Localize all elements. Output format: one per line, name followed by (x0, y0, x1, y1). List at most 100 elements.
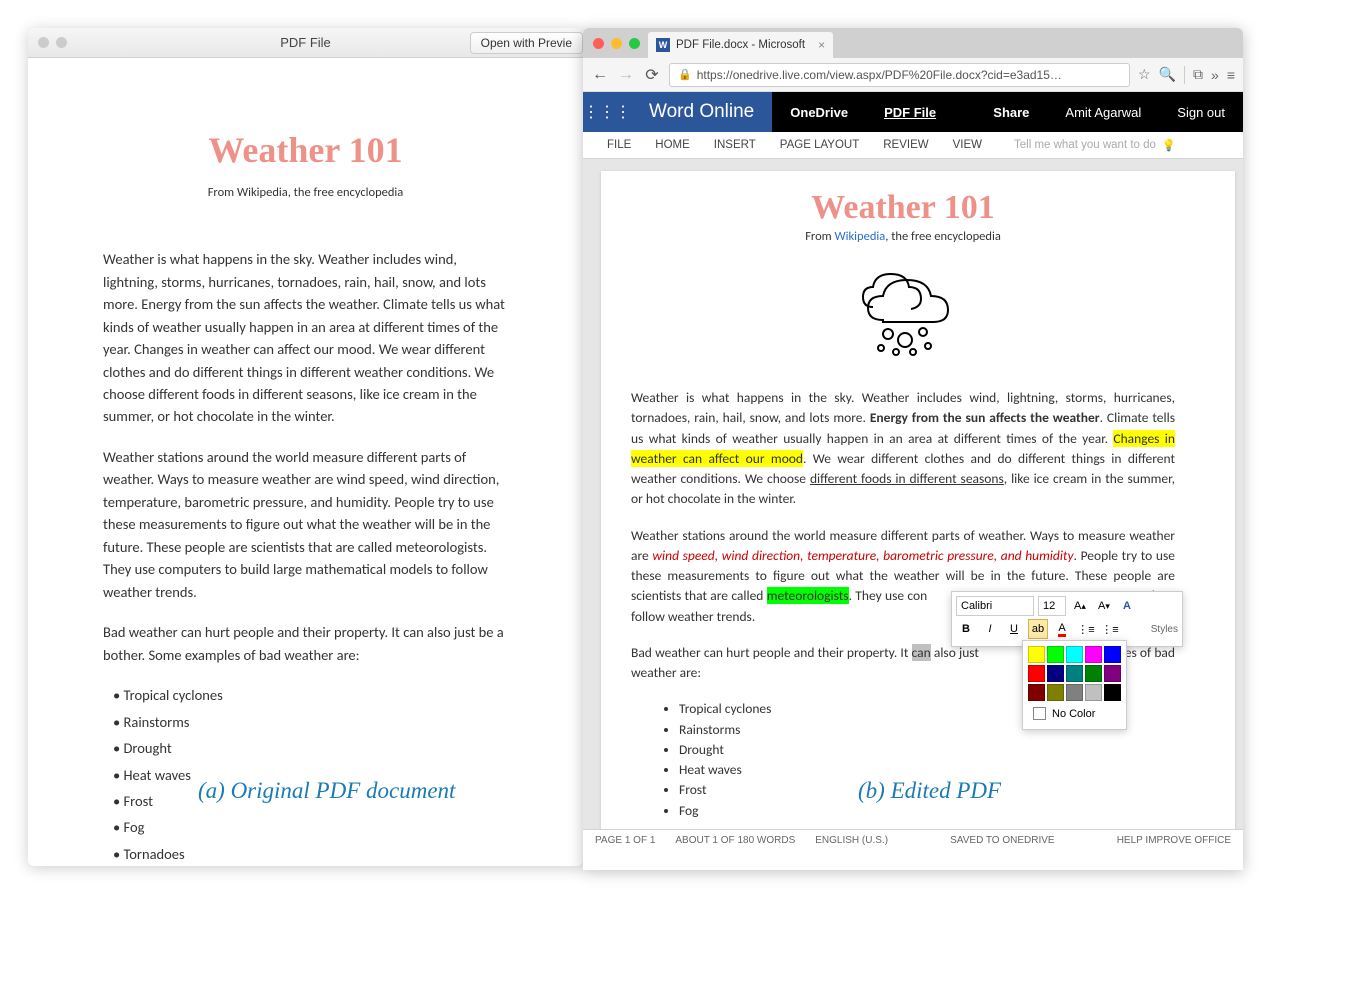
search-icon[interactable]: 🔍 (1159, 66, 1176, 83)
list-item: Drought (679, 740, 1175, 760)
address-bar[interactable]: 🔒 https://onedrive.live.com/view.aspx/PD… (669, 63, 1130, 87)
color-swatch[interactable] (1085, 684, 1102, 701)
chrome-window: W PDF File.docx - Microsoft × ← → ⟳ 🔒 ht… (583, 28, 1243, 870)
pdf-paragraph-2: Weather stations around the world measur… (103, 446, 508, 603)
ribbon-tab-view[interactable]: VIEW (941, 132, 994, 159)
mac-close-button[interactable] (593, 38, 604, 49)
pdf-paragraph-3: Bad weather can hurt people and their pr… (103, 621, 508, 666)
no-color-swatch (1033, 707, 1046, 720)
app-launcher-icon[interactable]: ⋮⋮⋮ (583, 92, 631, 132)
mac-preview-window: PDF File Open with Previe Weather 101 Fr… (28, 28, 583, 866)
wikipedia-link[interactable]: Wikipedia (835, 229, 886, 244)
ribbon-tab-insert[interactable]: INSERT (702, 132, 768, 159)
color-swatch[interactable] (1066, 684, 1083, 701)
url-text: https://onedrive.live.com/view.aspx/PDF%… (697, 68, 1062, 82)
color-swatch[interactable] (1085, 646, 1102, 663)
italic-button[interactable]: I (980, 619, 1000, 639)
mac-close-button[interactable] (38, 37, 49, 48)
tab-close-icon[interactable]: × (818, 38, 825, 52)
word-online-header: ⋮⋮⋮ Word Online OneDrive PDF File Share … (583, 92, 1243, 132)
color-swatch[interactable] (1085, 665, 1102, 682)
chrome-tabstrip: W PDF File.docx - Microsoft × (583, 28, 1243, 58)
doc-paragraph-1: Weather is what happens in the sky. Weat… (631, 388, 1175, 510)
color-swatch[interactable] (1104, 665, 1121, 682)
list-item: Drought (113, 737, 508, 759)
no-color-option[interactable]: No Color (1027, 702, 1122, 725)
doc-subtitle: From Wikipedia, the free encyclopedia (631, 229, 1175, 244)
reload-button[interactable]: ⟳ (643, 66, 661, 84)
ribbon-tab-pagelayout[interactable]: PAGE LAYOUT (768, 132, 871, 159)
highlight-color-picker[interactable]: No Color (1022, 640, 1127, 730)
annotation-a: (a) Original PDF document (198, 778, 455, 804)
highlighted-text-green: meteorologists (767, 587, 849, 604)
ribbon-tab-file[interactable]: FILE (595, 132, 643, 159)
word-brand: Word Online (631, 92, 772, 132)
tell-me-input[interactable]: Tell me what you want to do 💡 (1014, 138, 1243, 152)
sign-out-link[interactable]: Sign out (1159, 92, 1243, 132)
word-status-bar: PAGE 1 OF 1 ABOUT 1 OF 180 WORDS ENGLISH… (583, 829, 1243, 851)
separator (1184, 66, 1185, 84)
color-swatch[interactable] (1028, 646, 1045, 663)
numbering-button[interactable]: ⋮≡ (1100, 619, 1120, 639)
shrink-font-button[interactable]: A▾ (1094, 596, 1114, 616)
ribbon-tab-review[interactable]: REVIEW (871, 132, 940, 159)
font-color-button[interactable]: A (1052, 619, 1072, 639)
pdf-document-content: Weather 101 From Wikipedia, the free enc… (28, 58, 583, 866)
user-name[interactable]: Amit Agarwal (1047, 92, 1159, 132)
underline-button[interactable]: U (1004, 619, 1024, 639)
open-with-preview-button[interactable]: Open with Previe (470, 32, 583, 54)
mac-window-title: PDF File (280, 35, 331, 50)
color-swatch[interactable] (1104, 684, 1121, 701)
forward-button[interactable]: → (617, 66, 635, 84)
bold-button[interactable]: B (956, 619, 976, 639)
mini-format-toolbar[interactable]: A▴ A▾ A B I U ab A ⋮≡ ⋮≡ Styles (951, 591, 1183, 647)
menu-icon[interactable]: ≡ (1227, 67, 1235, 83)
ribbon-tab-home[interactable]: HOME (643, 132, 702, 159)
mac-minimize-button[interactable] (56, 37, 67, 48)
color-swatch[interactable] (1066, 665, 1083, 682)
pdf-subtitle: From Wikipedia, the free encyclopedia (103, 183, 508, 202)
more-icon[interactable]: » (1211, 67, 1219, 83)
word-page[interactable]: Weather 101 From Wikipedia, the free enc… (601, 171, 1235, 829)
color-swatch[interactable] (1066, 646, 1083, 663)
highlight-button[interactable]: ab (1028, 619, 1048, 639)
color-swatch[interactable] (1047, 684, 1064, 701)
lightbulb-icon: 💡 (1162, 138, 1176, 152)
back-button[interactable]: ← (591, 66, 609, 84)
styles-button[interactable]: A (1118, 596, 1136, 616)
status-language[interactable]: ENGLISH (U.S.) (815, 835, 888, 846)
list-item: Rainstorms (113, 711, 508, 733)
font-family-input[interactable] (956, 596, 1034, 616)
grow-font-button[interactable]: A▴ (1070, 596, 1090, 616)
color-swatch[interactable] (1028, 684, 1045, 701)
tab-title: PDF File.docx - Microsoft (676, 39, 805, 51)
browser-tab[interactable]: W PDF File.docx - Microsoft × (648, 32, 833, 58)
word-favicon-icon: W (656, 38, 670, 52)
mac-minimize-button[interactable] (611, 38, 622, 49)
pdf-title: Weather 101 (103, 123, 508, 179)
list-item: Tropical cyclones (113, 684, 508, 706)
selected-text: can (912, 644, 931, 661)
pdf-list: Tropical cyclones Rainstorms Drought Hea… (103, 684, 508, 865)
extension-icon[interactable]: ⧉ (1193, 66, 1203, 83)
red-italic-text: wind speed, wind direction, temperature,… (652, 547, 1073, 564)
annotation-b: (b) Edited PDF (858, 778, 1001, 804)
color-swatch[interactable] (1047, 646, 1064, 663)
share-button[interactable]: Share (975, 92, 1047, 132)
color-swatch[interactable] (1028, 665, 1045, 682)
pdf-paragraph-1: Weather is what happens in the sky. Weat… (103, 248, 508, 428)
bullets-button[interactable]: ⋮≡ (1076, 619, 1096, 639)
list-item: Fog (113, 816, 508, 838)
status-help[interactable]: HELP IMPROVE OFFICE (1117, 835, 1231, 846)
status-page[interactable]: PAGE 1 OF 1 (595, 835, 655, 846)
status-words[interactable]: ABOUT 1 OF 180 WORDS (675, 835, 795, 846)
star-icon[interactable]: ☆ (1138, 66, 1151, 83)
doc-title: Weather 101 (631, 189, 1175, 227)
onedrive-link[interactable]: OneDrive (772, 92, 866, 132)
font-size-input[interactable] (1038, 596, 1066, 616)
mac-zoom-button[interactable] (629, 38, 640, 49)
color-swatch[interactable] (1104, 646, 1121, 663)
styles-label[interactable]: Styles (1151, 624, 1178, 635)
color-swatch[interactable] (1047, 665, 1064, 682)
filename-link[interactable]: PDF File (866, 92, 954, 132)
